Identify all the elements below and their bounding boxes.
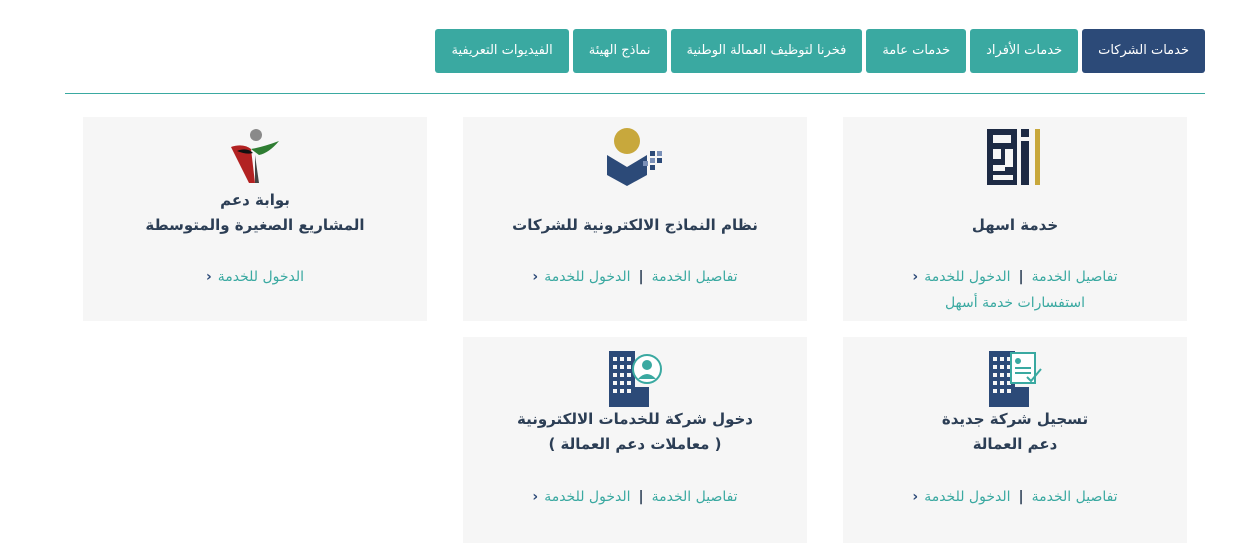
card-forms-title: نظام النماذج الالكترونية للشركات xyxy=(512,216,758,234)
register-title-line1: تسجيل شركة جديدة xyxy=(941,410,1089,428)
chevron-left-icon: ‹ xyxy=(532,489,539,505)
card-sme-title: بوابة دعم المشاريع الصغيرة والمتوسطة xyxy=(83,188,427,238)
link-separator: | xyxy=(1018,269,1024,285)
sme-enter-link[interactable]: الدخول للخدمة xyxy=(218,269,304,285)
forms-details-link[interactable]: تفاصيل الخدمة xyxy=(652,269,738,285)
tab-intro-videos[interactable]: الفيديوات التعريفية xyxy=(435,29,569,73)
link-separator: | xyxy=(1018,489,1024,505)
tab-company-services[interactable]: خدمات الشركات xyxy=(1082,29,1205,73)
tabs-divider xyxy=(65,93,1205,94)
ashal-enter-link[interactable]: الدخول للخدمة xyxy=(924,269,1010,285)
card-electronic-forms: نظام النماذج الالكترونية للشركات تفاصيل … xyxy=(463,117,807,321)
tab-authority-forms[interactable]: نماذج الهيئة xyxy=(572,29,667,73)
tab-general-services[interactable]: خدمات عامة xyxy=(866,29,967,73)
chevron-left-icon: ‹ xyxy=(205,269,212,285)
login-enter-link[interactable]: الدخول للخدمة xyxy=(544,489,630,505)
register-company-icon xyxy=(989,351,1042,407)
chevron-left-icon: ‹ xyxy=(912,489,919,505)
ashal-logo-icon xyxy=(987,129,1040,185)
register-title-line2: دعم العمالة xyxy=(972,435,1058,453)
service-tabs: خدمات الشركات خدمات الأفراد خدمات عامة ف… xyxy=(435,29,1205,73)
card-sme-portal: بوابة دعم المشاريع الصغيرة والمتوسطة الد… xyxy=(83,117,427,321)
sme-title-line2: المشاريع الصغيرة والمتوسطة xyxy=(145,216,365,234)
forms-enter-link[interactable]: الدخول للخدمة xyxy=(544,269,630,285)
tab-national-employment[interactable]: فخرنا لتوظيف العمالة الوطنية xyxy=(670,29,863,73)
card-forms-links: تفاصيل الخدمة | الدخول للخدمة ‹ xyxy=(463,264,807,290)
card-sme-links: الدخول للخدمة ‹ xyxy=(83,264,427,290)
card-ashal-title: خدمة اسهل xyxy=(971,216,1059,234)
card-ashal-service: خدمة اسهل تفاصيل الخدمة | الدخول للخدمة ‹ ا… xyxy=(843,117,1187,321)
login-details-link[interactable]: تفاصيل الخدمة xyxy=(652,489,738,505)
link-separator: | xyxy=(638,269,644,285)
register-enter-link[interactable]: الدخول للخدمة xyxy=(924,489,1010,505)
card-ashal-links: تفاصيل الخدمة | الدخول للخدمة ‹ استفسارات خ… xyxy=(843,264,1187,316)
card-register-links: تفاصيل الخدمة | الدخول للخدمة ‹ xyxy=(843,484,1187,510)
card-register-title: تسجيل شركة جديدة دعم العمالة xyxy=(843,407,1187,457)
tab-individual-services[interactable]: خدمات الأفراد xyxy=(970,29,1079,73)
card-company-login: دخول شركة للخدمات الالكترونية ( معاملات … xyxy=(463,337,807,543)
link-separator: | xyxy=(638,489,644,505)
card-login-links: تفاصيل الخدمة | الدخول للخدمة ‹ xyxy=(463,484,807,510)
ashal-inquiries-link[interactable]: استفسارات خدمة أسهل xyxy=(843,290,1187,316)
sme-portal-logo-icon xyxy=(231,129,279,183)
company-login-icon xyxy=(609,351,662,407)
chevron-left-icon: ‹ xyxy=(532,269,539,285)
card-login-title: دخول شركة للخدمات الالكترونية ( معاملات … xyxy=(463,407,807,457)
forms-system-icon xyxy=(607,128,662,186)
card-register-company: تسجيل شركة جديدة دعم العمالة تفاصيل الخد… xyxy=(843,337,1187,543)
login-title-line1: دخول شركة للخدمات الالكترونية xyxy=(516,410,753,428)
chevron-left-icon: ‹ xyxy=(912,269,919,285)
register-details-link[interactable]: تفاصيل الخدمة xyxy=(1032,489,1118,505)
sme-title-line1: بوابة دعم xyxy=(220,191,290,209)
login-title-line2: ( معاملات دعم العمالة ) xyxy=(548,435,722,453)
ashal-details-link[interactable]: تفاصيل الخدمة xyxy=(1032,269,1118,285)
